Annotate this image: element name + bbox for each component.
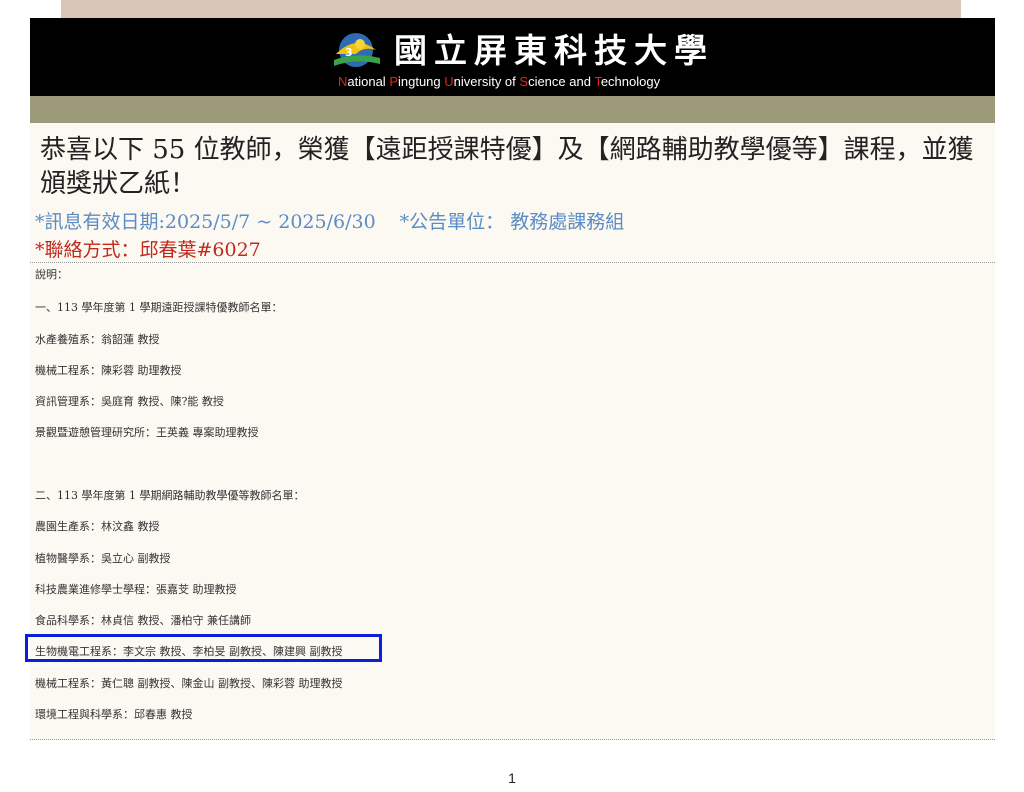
list-item: 農園生產系：林汶鑫 教授 xyxy=(35,520,160,533)
top-decorative-band xyxy=(61,0,961,18)
list-item: 機械工程系：黃仁聰 副教授、陳金山 副教授、陳彩蓉 助理教授 xyxy=(35,677,343,690)
contact-info: *聯絡方式：邱春葉#6027 xyxy=(35,239,261,261)
list-item: 機械工程系：陳彩蓉 助理教授 xyxy=(35,364,182,377)
list-item: 環境工程與科學系：邱春惠 教授 xyxy=(35,708,193,721)
list-item: 水產養殖系：翁韶蓮 教授 xyxy=(35,333,160,346)
dotted-divider xyxy=(30,262,995,263)
valid-dates: *訊息有效日期:2025/5/7 ~ 2025/6/30 xyxy=(35,211,376,233)
header-divider-bar xyxy=(30,96,995,123)
list-item: 景觀暨遊憩管理研究所：王英義 專案助理教授 xyxy=(35,426,259,439)
university-emblem-icon: 3 xyxy=(334,33,380,67)
announcement-content: 恭喜以下 55 位教師，榮獲【遠距授課特優】及【網路輔助教學優等】課程，並獲頒獎… xyxy=(25,123,995,740)
list-item: 資訊管理系：吳庭育 教授、陳?能 教授 xyxy=(35,395,224,408)
svg-text:3: 3 xyxy=(345,46,353,59)
page-number: 1 xyxy=(508,770,516,786)
university-name-chinese: 國立屏東科技大學 xyxy=(394,31,714,70)
section-1-title: 一、113 學年度第 1 學期遠距授課特優教師名單： xyxy=(35,301,283,314)
section-2-title: 二、113 學年度第 1 學期網路輔助教學優等教師名單： xyxy=(35,489,305,502)
dotted-divider xyxy=(30,739,995,740)
intro-label: 說明： xyxy=(35,268,68,281)
list-item: 科技農業進修學士學程：張嘉芠 助理教授 xyxy=(35,583,237,596)
list-item: 植物醫學系：吳立心 副教授 xyxy=(35,552,171,565)
announcement-meta: *訊息有效日期:2025/5/7 ~ 2025/6/30 *公告單位： 教務處課務… xyxy=(35,207,624,234)
announcement-headline: 恭喜以下 55 位教師，榮獲【遠距授課特優】及【網路輔助教學優等】課程，並獲頒獎… xyxy=(40,135,974,199)
university-banner: 3 國立屏東科技大學 National Pingtung University … xyxy=(30,18,995,96)
publishing-department: *公告單位： 教務處課務組 xyxy=(399,211,625,233)
highlight-box xyxy=(25,634,382,662)
university-name-english: National Pingtung University of Science … xyxy=(338,74,661,89)
list-item: 食品科學系：林貞信 教授、潘柏守 兼任講師 xyxy=(35,614,251,627)
